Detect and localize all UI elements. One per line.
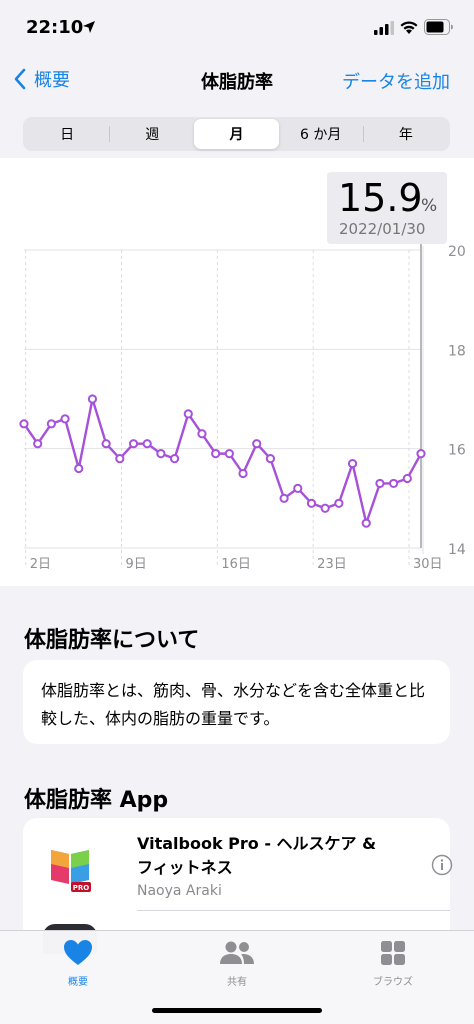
y-tick-label: 16 <box>448 443 466 459</box>
cellular-signal-icon <box>374 21 394 35</box>
data-point <box>347 458 358 469</box>
data-point <box>224 449 234 459</box>
add-data-button[interactable]: データを追加 <box>342 68 450 94</box>
data-point <box>320 503 330 513</box>
app-badge: PRO <box>73 884 90 892</box>
tab-summary-label: 概要 <box>68 977 88 988</box>
navigation-bar: 概要 体脂肪率 データを追加 <box>0 56 474 106</box>
data-point <box>46 419 56 429</box>
y-tick-label: 18 <box>448 343 466 359</box>
tab-browse[interactable]: ブラウズ <box>343 939 443 988</box>
status-time: 22:10 <box>26 17 84 38</box>
data-point <box>87 394 98 404</box>
data-point <box>101 439 111 449</box>
data-point <box>252 439 262 449</box>
about-section-title: 体脂肪率について <box>24 628 200 653</box>
data-point <box>238 468 248 479</box>
tab-sharing[interactable]: 共有 <box>187 939 287 988</box>
segment-day[interactable]: 日 <box>25 119 109 149</box>
data-point <box>74 463 84 474</box>
location-arrow-icon <box>83 21 95 33</box>
data-point <box>60 414 70 424</box>
data-point <box>156 449 166 459</box>
selected-date: 2022/01/30 <box>339 220 426 238</box>
data-point <box>416 449 426 459</box>
apps-section-title: 体脂肪率 App <box>24 788 169 813</box>
about-text: 体脂肪率とは、筋肉、骨、水分などを含む全体重と比較した、体内の脂肪の重量です。 <box>41 681 426 728</box>
data-point <box>142 439 152 449</box>
time-range-segmented-control: 日 週 月 6 か月 年 <box>23 117 450 151</box>
data-point <box>19 419 29 429</box>
status-bar: 22:10 <box>0 0 474 56</box>
segment-6-months[interactable]: 6 か月 <box>279 119 363 149</box>
y-tick-label: 20 <box>448 244 466 260</box>
segment-year[interactable]: 年 <box>364 119 448 149</box>
info-icon[interactable] <box>431 854 453 876</box>
data-point <box>211 449 221 459</box>
about-card: 体脂肪率とは、筋肉、骨、水分などを含む全体重と比較した、体内の脂肪の重量です。 <box>23 660 450 744</box>
data-point <box>115 454 125 464</box>
x-tick-label: 9日 <box>126 557 147 572</box>
data-point <box>334 498 344 508</box>
data-point <box>128 439 139 449</box>
data-point <box>33 439 43 449</box>
body-fat-chart[interactable]: 20 18 16 14 2日 9日 16日 23日 30日 15.9 % 2022/01/30 <box>0 158 474 586</box>
grid-icon <box>381 941 405 965</box>
data-point <box>265 454 276 464</box>
home-indicator <box>152 1008 322 1013</box>
x-tick-label: 30日 <box>413 557 443 572</box>
data-point <box>279 493 289 503</box>
x-tick-label: 23日 <box>317 557 347 572</box>
x-tick-label: 2日 <box>30 557 51 572</box>
y-tick-label: 14 <box>448 542 466 558</box>
data-point <box>361 518 371 528</box>
selected-value-tooltip: 15.9 % 2022/01/30 <box>327 172 447 244</box>
battery-icon <box>424 19 453 35</box>
segment-week[interactable]: 週 <box>110 119 194 149</box>
data-point <box>197 429 207 439</box>
data-point <box>306 498 317 508</box>
selected-unit: % <box>421 196 438 216</box>
app-name: Vitalbook Pro - ヘルスケア & フィットネス <box>137 834 377 877</box>
tab-summary[interactable]: 概要 <box>28 939 128 988</box>
data-point <box>293 483 303 493</box>
wifi-icon <box>400 21 418 34</box>
app-developer: Naoya Araki <box>137 883 222 899</box>
divider <box>137 910 450 911</box>
people-icon <box>220 941 254 964</box>
data-point <box>389 478 399 489</box>
tab-sharing-label: 共有 <box>227 977 247 988</box>
data-point <box>402 473 412 484</box>
selected-value: 15.9 <box>338 176 423 220</box>
tab-browse-label: ブラウズ <box>373 977 413 988</box>
segment-month[interactable]: 月 <box>194 119 279 149</box>
vitalbook-app-icon: PRO <box>43 840 97 894</box>
heart-icon <box>64 940 92 965</box>
x-tick-label: 16日 <box>221 557 251 572</box>
data-point <box>183 409 193 419</box>
series-line <box>23 397 423 525</box>
data-point <box>169 454 180 464</box>
data-point <box>375 478 385 489</box>
